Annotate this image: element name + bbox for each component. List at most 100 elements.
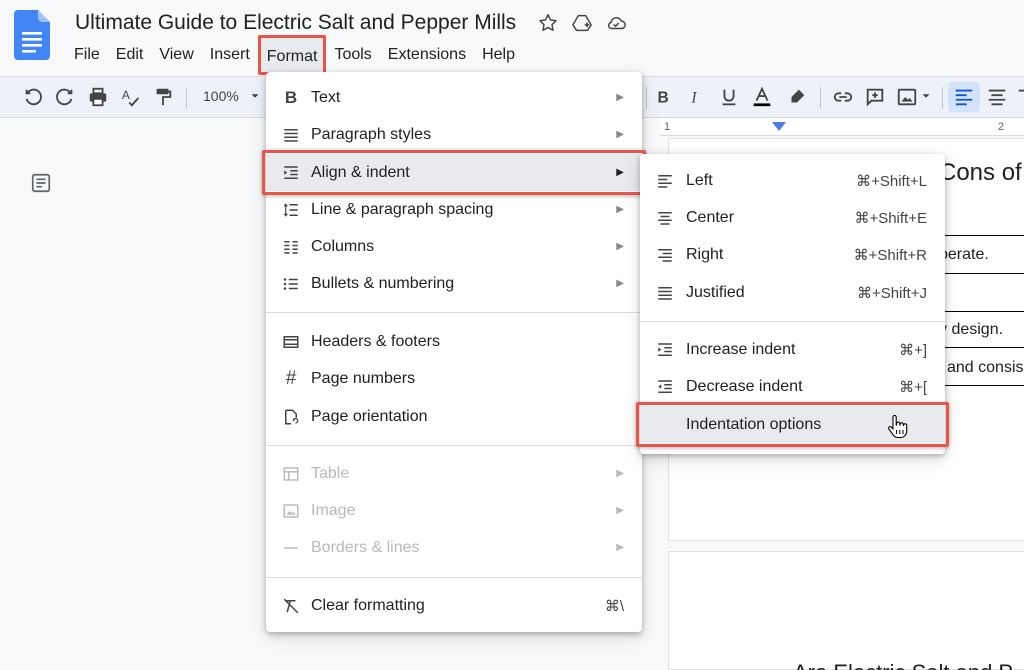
menu-help[interactable]: Help (474, 42, 523, 75)
menu-item-text[interactable]: B Text ▶ (266, 79, 642, 116)
menu-item-line-spacing[interactable]: Line & paragraph spacing ▶ (266, 191, 642, 228)
shortcut-label: ⌘+Shift+L (856, 172, 927, 190)
align-indent-submenu: Left ⌘+Shift+L Center ⌘+Shift+E Right ⌘+… (636, 154, 949, 454)
highlight-color-icon[interactable] (786, 86, 808, 108)
shortcut-label: ⌘\ (604, 597, 624, 615)
align-left-icon (955, 89, 973, 106)
ruler-mark: 1 (664, 121, 671, 133)
submenu-arrow-icon: ▶ (616, 241, 624, 252)
line-spacing-icon (283, 202, 298, 217)
menu-item-align-center[interactable]: Center ⌘+Shift+E (640, 199, 945, 236)
cloud-status-icon[interactable] (605, 12, 627, 34)
shortcut-label: ⌘+] (899, 341, 927, 359)
bold-icon: B (284, 87, 298, 107)
paint-format-icon[interactable] (152, 86, 174, 108)
chevron-down-icon[interactable] (919, 89, 933, 103)
image-icon (283, 503, 299, 518)
document-title[interactable]: Ultimate Guide to Electric Salt and Pepp… (75, 11, 516, 35)
shortcut-label: ⌘+Shift+R (853, 246, 927, 264)
undo-icon[interactable] (22, 86, 44, 108)
redo-icon[interactable] (54, 86, 76, 108)
menu-view[interactable]: View (151, 42, 201, 75)
borders-icon (284, 546, 298, 549)
shortcut-label: ⌘+Shift+J (856, 284, 927, 302)
indent-increase-icon (658, 342, 672, 356)
align-left-active[interactable] (948, 82, 980, 112)
page-text-line: berate. (939, 246, 989, 263)
document-page[interactable]: Are Electric Salt and P (668, 551, 1024, 670)
svg-text:A: A (122, 88, 130, 102)
menu-item-paragraph-styles[interactable]: Paragraph styles ▶ (266, 116, 642, 153)
menu-item-increase-indent[interactable]: Increase indent ⌘+] (640, 331, 945, 368)
align-right-icon[interactable] (1016, 86, 1024, 108)
page-text-line: Are Electric Salt and P (793, 660, 1013, 670)
menu-extensions[interactable]: Extensions (380, 42, 474, 75)
ruler-mark: 2 (998, 121, 1005, 133)
insert-image-icon[interactable] (896, 86, 918, 108)
page-orientation-icon (285, 409, 299, 424)
star-icon[interactable] (537, 12, 559, 34)
menu-item-align-indent[interactable]: Align & indent ▶ (262, 150, 646, 195)
indent-marker-icon[interactable] (772, 122, 786, 131)
menu-bar: File Edit View Insert Format Tools Exten… (66, 35, 523, 75)
menu-item-clear-formatting[interactable]: Clear formatting ⌘\ (266, 587, 642, 624)
italic-icon[interactable]: I (685, 86, 707, 108)
bold-icon[interactable]: B (652, 86, 674, 108)
print-icon[interactable] (87, 86, 109, 108)
shortcut-label: ⌘+Shift+E (854, 209, 927, 227)
add-comment-icon[interactable] (864, 86, 886, 108)
menu-item-decrease-indent[interactable]: Decrease indent ⌘+[ (640, 368, 945, 405)
columns-icon (284, 240, 298, 254)
menu-item-align-justified[interactable]: Justified ⌘+Shift+J (640, 274, 945, 311)
page-heading: Cons of (939, 159, 1022, 186)
menu-item-page-numbers[interactable]: # Page numbers (266, 360, 642, 397)
document-outline-icon[interactable] (30, 172, 52, 194)
submenu-arrow-icon: ▶ (616, 129, 624, 140)
format-menu: B Text ▶ Paragraph styles ▶ Align & inde… (262, 72, 646, 632)
menu-item-align-left[interactable]: Left ⌘+Shift+L (640, 162, 945, 199)
move-to-drive-icon[interactable] (571, 12, 593, 34)
submenu-arrow-icon: ▶ (616, 167, 624, 178)
align-left-icon (658, 174, 672, 188)
google-docs-logo-icon[interactable] (14, 10, 50, 60)
menu-item-table: Table ▶ (266, 455, 642, 492)
menu-item-image: Image ▶ (266, 492, 642, 529)
submenu-arrow-icon: ▶ (616, 542, 624, 553)
hand-cursor-icon (888, 415, 908, 439)
insert-link-icon[interactable] (832, 86, 854, 108)
menu-format[interactable]: Format (257, 35, 327, 75)
paragraph-styles-icon (284, 128, 298, 142)
menu-edit[interactable]: Edit (108, 42, 152, 75)
menu-item-bullets[interactable]: Bullets & numbering ▶ (266, 265, 642, 302)
submenu-arrow-icon: ▶ (616, 92, 624, 103)
align-indent-icon (284, 165, 298, 179)
submenu-arrow-icon: ▶ (616, 505, 624, 516)
menu-insert[interactable]: Insert (202, 42, 258, 75)
table-icon (283, 466, 299, 481)
svg-text:I: I (690, 90, 697, 107)
menu-file[interactable]: File (66, 42, 108, 75)
align-justify-icon (658, 286, 672, 300)
underline-icon[interactable] (718, 86, 740, 108)
svg-text:B: B (658, 90, 669, 107)
clear-formatting-icon (283, 598, 299, 613)
submenu-arrow-icon: ▶ (616, 204, 624, 215)
hash-icon: # (285, 367, 297, 389)
chevron-down-icon[interactable] (248, 89, 262, 103)
menu-tools[interactable]: Tools (326, 42, 379, 75)
ruler[interactable]: 1 2 (660, 118, 1024, 136)
align-center-icon[interactable] (986, 86, 1008, 108)
shortcut-label: ⌘+[ (899, 378, 927, 396)
spellcheck-icon[interactable]: A (120, 86, 142, 108)
menu-item-borders-lines: Borders & lines ▶ (266, 529, 642, 566)
menu-item-columns[interactable]: Columns ▶ (266, 228, 642, 265)
page-text-line: y design. (939, 321, 1004, 338)
align-right-icon (658, 248, 672, 262)
zoom-select[interactable]: 100% (203, 88, 239, 104)
menu-item-align-right[interactable]: Right ⌘+Shift+R (640, 236, 945, 273)
menu-item-page-orientation[interactable]: Page orientation (266, 398, 642, 435)
menu-item-headers-footers[interactable]: Headers & footers (266, 323, 642, 360)
page-text-line: and consis (947, 359, 1024, 376)
headers-footers-icon (283, 335, 299, 348)
text-color-icon[interactable] (751, 86, 773, 108)
